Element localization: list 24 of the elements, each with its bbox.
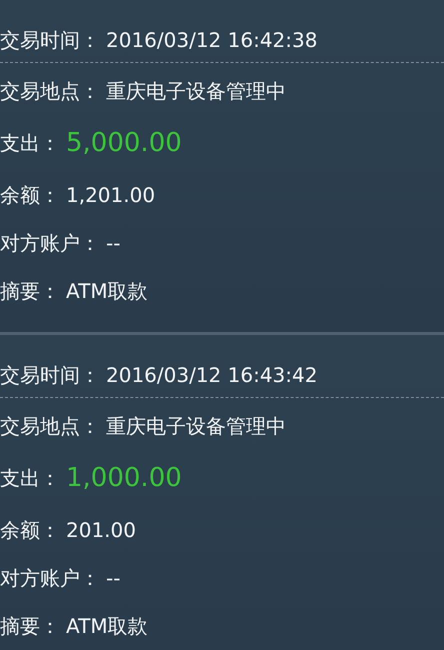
amount-value: 1,000.00 [66,463,182,493]
field-value: -- [106,231,120,255]
amount-value: 5,000.00 [66,128,182,158]
field-value: -- [106,566,120,590]
field-label: 余额： [0,516,60,544]
field-value: 2016/03/12 16:43:42 [106,363,318,387]
field-value: 1,201.00 [66,183,156,207]
field-label: 支出： [0,464,60,492]
field-value: ATM取款 [66,612,148,640]
field-value: 201.00 [66,518,136,542]
field-label: 对方账户： [0,230,100,256]
field-label: 支出： [0,130,60,156]
field-value: ATM取款 [66,278,148,304]
field-value: 重庆电子设备管理中 [106,412,286,440]
field-label: 交易时间： [0,26,100,54]
field-label: 交易时间： [0,362,100,388]
field-label: 摘要： [0,612,60,640]
field-value: 2016/03/12 16:42:38 [106,28,318,52]
field-label: 交易地点： [0,412,100,440]
field-label: 摘要： [0,278,60,304]
field-label: 对方账户： [0,564,100,592]
field-label: 余额： [0,182,60,208]
field-value: 重庆电子设备管理中 [106,78,286,104]
field-label: 交易地点： [0,78,100,104]
